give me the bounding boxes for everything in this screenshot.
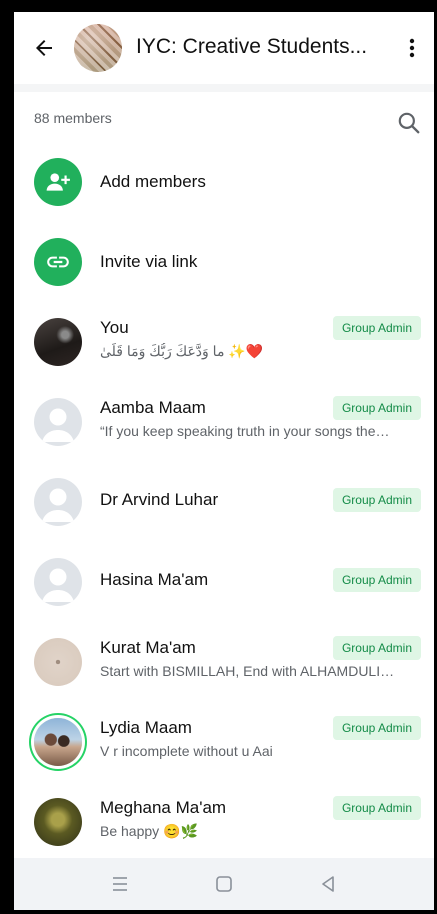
invite-via-link-button[interactable]: Invite via link <box>14 228 434 298</box>
back-nav-icon[interactable] <box>316 872 340 896</box>
member-status: ما وَدَّعَكَ رَبُّكَ وَمَا قَلَىٰ ✨❤️ <box>100 343 264 359</box>
member-row-hasina-maam[interactable]: Hasina Ma'am Group Admin <box>14 548 434 628</box>
group-admin-badge: Group Admin <box>332 636 421 660</box>
add-person-icon <box>34 158 82 206</box>
member-status: V r incomplete without u Aai <box>100 743 273 759</box>
member-name: Lydia Maam <box>100 718 192 737</box>
members-count: 88 members <box>34 110 112 126</box>
header-divider <box>14 84 434 92</box>
system-nav-bar <box>14 858 434 910</box>
member-row-dr-arvind-luhar[interactable]: Dr Arvind Luhar Group Admin <box>14 468 434 548</box>
member-status: “If you keep speaking truth in your song… <box>100 423 390 439</box>
avatar <box>34 318 82 366</box>
search-icon[interactable] <box>396 110 422 136</box>
group-admin-badge: Group Admin <box>332 396 421 420</box>
add-members-button[interactable]: Add members <box>14 148 434 218</box>
app-bar: IYC: Creative Students... <box>14 12 434 84</box>
member-row-kurat-maam[interactable]: Kurat Ma'am Start with BISMILLAH, End wi… <box>14 628 434 708</box>
member-name: Hasina Ma'am <box>100 570 209 589</box>
default-avatar-icon <box>34 478 82 526</box>
member-row-aamba-maam[interactable]: Aamba Maam “If you keep speaking truth i… <box>14 388 434 468</box>
default-avatar-icon <box>34 558 82 606</box>
avatar <box>34 798 82 846</box>
screen: IYC: Creative Students... 88 members Add… <box>14 12 434 910</box>
home-icon[interactable] <box>212 872 236 896</box>
more-options-icon[interactable] <box>400 36 424 60</box>
member-name: Kurat Ma'am <box>100 638 196 657</box>
member-name: Meghana Ma'am <box>100 798 227 817</box>
group-admin-badge: Group Admin <box>332 796 421 820</box>
member-row-lydia-maam[interactable]: Lydia Maam V r incomplete without u Aai … <box>14 708 434 788</box>
member-status: Be happy 😊🌿 <box>100 823 198 839</box>
recent-apps-icon[interactable] <box>108 872 132 896</box>
default-avatar-icon <box>34 398 82 446</box>
link-icon <box>34 238 82 286</box>
group-admin-badge: Group Admin <box>332 716 421 740</box>
group-admin-badge: Group Admin <box>332 568 421 592</box>
member-name: You <box>100 318 129 337</box>
invite-via-link-label: Invite via link <box>100 252 198 271</box>
group-title[interactable]: IYC: Creative Students... <box>136 35 386 59</box>
member-name: Dr Arvind Luhar <box>100 490 219 509</box>
group-avatar[interactable] <box>74 24 122 72</box>
group-admin-badge: Group Admin <box>332 316 421 340</box>
group-admin-badge: Group Admin <box>332 488 421 512</box>
back-arrow-icon[interactable] <box>32 36 56 60</box>
avatar <box>34 638 82 686</box>
avatar <box>34 718 82 766</box>
add-members-label: Add members <box>100 172 206 191</box>
member-status: Start with BISMILLAH, End with ALHAMDULI… <box>100 663 395 679</box>
member-row-you[interactable]: You ما وَدَّعَكَ رَبُّكَ وَمَا قَلَىٰ ✨❤… <box>14 308 434 388</box>
member-name: Aamba Maam <box>100 398 206 417</box>
member-row-meghana-maam[interactable]: Meghana Ma'am Be happy 😊🌿 Group Admin <box>14 788 434 868</box>
